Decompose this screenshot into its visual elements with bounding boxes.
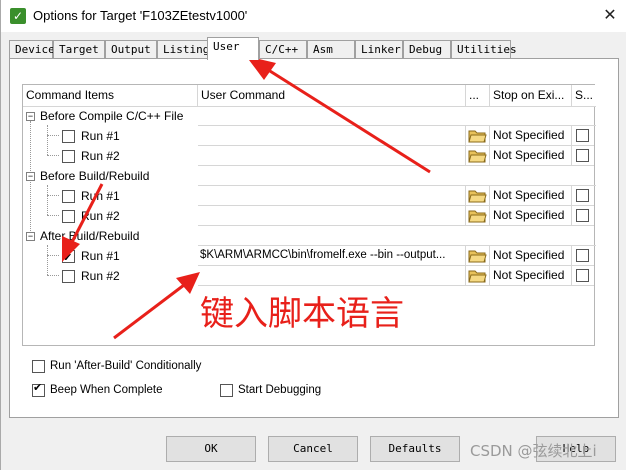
stop-on-exit-cell[interactable]: Not Specified	[490, 126, 572, 146]
collapse-icon[interactable]: −	[26, 232, 35, 241]
tree-item-run[interactable]: Run #1	[23, 246, 196, 268]
folder-open-icon	[468, 190, 487, 203]
run-after-build-checkbox[interactable]	[32, 360, 45, 373]
browse-button[interactable]	[466, 126, 490, 146]
title-bar: ✓ Options for Target 'F103ZEtestv1000' ✕	[1, 0, 626, 32]
user-command-cell[interactable]	[198, 266, 466, 286]
user-command-cell[interactable]	[198, 186, 466, 206]
stop-on-exit-cell[interactable]: Not Specified	[490, 146, 572, 166]
header-stop-on-exit[interactable]: Stop on Exi...	[490, 85, 572, 107]
tree-group-before-build[interactable]: − Before Build/Rebuild	[23, 166, 196, 186]
collapse-icon[interactable]: −	[26, 172, 35, 181]
group-label: After Build/Rebuild	[40, 229, 140, 243]
browse-button[interactable]	[466, 206, 490, 226]
tree-group-after-build[interactable]: − After Build/Rebuild	[23, 226, 196, 246]
run-label: Run #2	[81, 149, 120, 163]
tab-debug[interactable]: Debug	[403, 40, 451, 59]
s-cell[interactable]	[572, 246, 594, 266]
ok-button[interactable]: OK	[166, 436, 256, 462]
group-label: Before Build/Rebuild	[40, 169, 150, 183]
tree-item-run[interactable]: Run #2	[23, 206, 196, 226]
s-checkbox[interactable]	[576, 249, 589, 262]
tab-linker[interactable]: Linker	[355, 40, 403, 59]
s-checkbox[interactable]	[576, 209, 589, 222]
run-label: Run #1	[81, 189, 120, 203]
stop-on-exit-cell[interactable]: Not Specified	[490, 266, 572, 286]
s-cell[interactable]	[572, 266, 594, 286]
group-label: Before Compile C/C++ File	[40, 109, 184, 123]
user-command-cell[interactable]	[198, 206, 466, 226]
collapse-icon[interactable]: −	[26, 112, 35, 121]
option-label: Start Debugging	[238, 384, 322, 396]
folder-open-icon	[468, 130, 487, 143]
user-command-cell[interactable]	[198, 146, 466, 166]
folder-open-icon	[468, 210, 487, 223]
header-user-command[interactable]: User Command	[198, 85, 466, 107]
option-label: Beep When Complete	[50, 384, 163, 396]
run-label: Run #2	[81, 209, 120, 223]
stop-on-exit-cell[interactable]: Not Specified	[490, 246, 572, 266]
close-icon[interactable]: ✕	[600, 5, 620, 25]
run-checkbox[interactable]	[62, 270, 75, 283]
run-checkbox[interactable]	[62, 130, 75, 143]
s-checkbox[interactable]	[576, 129, 589, 142]
s-checkbox[interactable]	[576, 189, 589, 202]
folder-open-icon	[468, 150, 487, 163]
browse-button[interactable]	[466, 186, 490, 206]
tab-device[interactable]: Device	[9, 40, 55, 59]
s-cell[interactable]	[572, 126, 594, 146]
run-checkbox[interactable]	[62, 150, 75, 163]
stop-on-exit-cell[interactable]: Not Specified	[490, 186, 572, 206]
annotation-text: 键入脚本语言	[200, 294, 404, 334]
tree-group-before-compile[interactable]: − Before Compile C/C++ File	[23, 106, 196, 126]
header-browse[interactable]: ...	[466, 85, 490, 107]
run-checkbox[interactable]	[62, 248, 75, 268]
stop-on-exit-cell[interactable]: Not Specified	[490, 206, 572, 226]
folder-open-icon	[468, 250, 487, 263]
watermark: CSDN @弦续北上i	[470, 442, 597, 460]
tab-asm[interactable]: Asm	[307, 40, 355, 59]
tree-item-run[interactable]: Run #1	[23, 186, 196, 206]
beep-checkbox[interactable]	[32, 382, 45, 397]
tab-user[interactable]: User	[207, 37, 259, 60]
run-label: Run #2	[81, 269, 120, 283]
tab-output[interactable]: Output	[105, 40, 157, 59]
option-label: Run 'After-Build' Conditionally	[50, 360, 202, 372]
group-row-fill	[198, 106, 596, 126]
window-title: Options for Target 'F103ZEtestv1000'	[33, 8, 248, 23]
browse-button[interactable]	[466, 246, 490, 266]
user-command-cell[interactable]	[198, 126, 466, 146]
tab-utilities[interactable]: Utilities	[451, 40, 517, 59]
group-row-fill	[198, 166, 596, 186]
options-dialog: ✓ Options for Target 'F103ZEtestv1000' ✕…	[0, 0, 626, 470]
run-label: Run #1	[81, 129, 120, 143]
keil-app-icon: ✓	[10, 8, 26, 24]
run-checkbox[interactable]	[62, 210, 75, 223]
tab-listing[interactable]: Listing	[157, 40, 209, 59]
header-command-items[interactable]: Command Items	[23, 85, 198, 107]
folder-open-icon	[468, 270, 487, 283]
defaults-button[interactable]: Defaults	[370, 436, 460, 462]
s-cell[interactable]	[572, 146, 594, 166]
tab-c-cpp[interactable]: C/C++	[259, 40, 307, 59]
s-cell[interactable]	[572, 206, 594, 226]
start-debugging-checkbox[interactable]	[220, 384, 233, 397]
header-s[interactable]: S...	[572, 85, 595, 107]
browse-button[interactable]	[466, 146, 490, 166]
tree-item-run[interactable]: Run #1	[23, 126, 196, 146]
cancel-button[interactable]: Cancel	[268, 436, 358, 462]
s-checkbox[interactable]	[576, 269, 589, 282]
s-cell[interactable]	[572, 186, 594, 206]
run-checkbox[interactable]	[62, 190, 75, 203]
browse-button[interactable]	[466, 266, 490, 286]
user-command-cell[interactable]: $K\ARM\ARMCC\bin\fromelf.exe --bin --out…	[198, 246, 466, 266]
s-checkbox[interactable]	[576, 149, 589, 162]
tree-item-run[interactable]: Run #2	[23, 146, 196, 166]
group-row-fill	[198, 226, 596, 246]
run-label: Run #1	[81, 249, 120, 263]
tab-target[interactable]: Target	[53, 40, 105, 59]
tree-item-run[interactable]: Run #2	[23, 266, 196, 286]
